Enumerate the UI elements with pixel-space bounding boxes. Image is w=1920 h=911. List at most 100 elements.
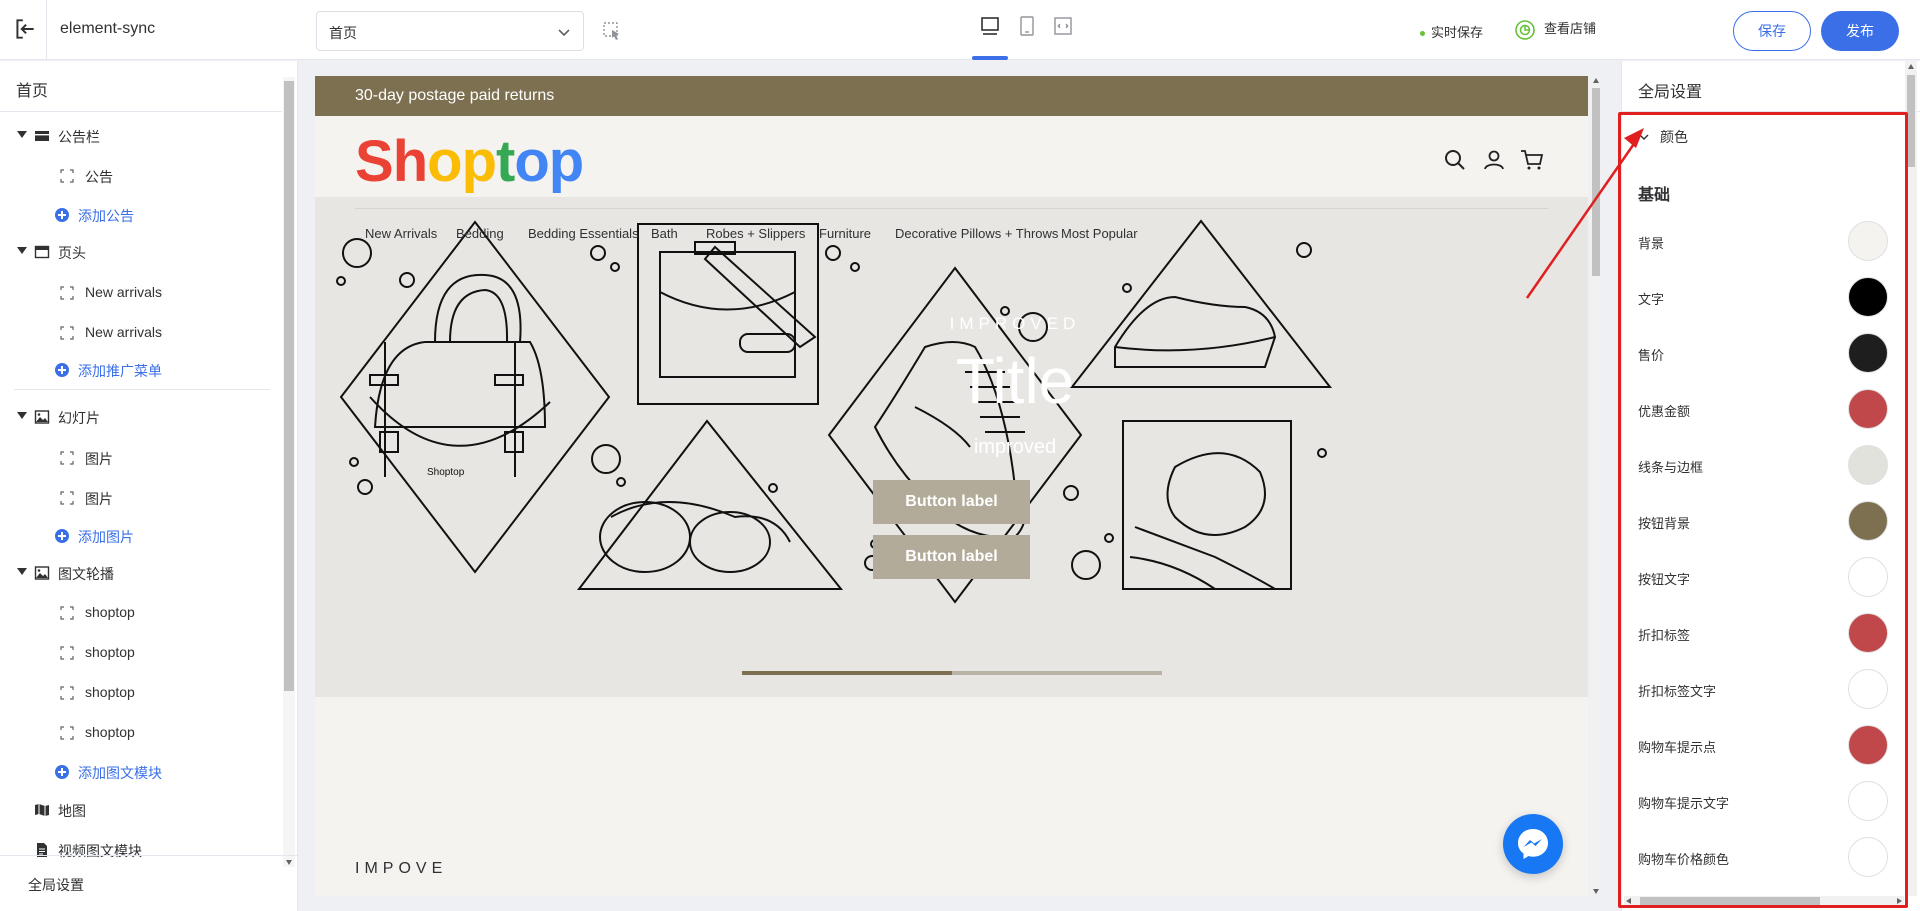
add-announcement-button[interactable]: 添加公告 (0, 199, 282, 231)
tree-item[interactable]: shoptop (0, 717, 282, 749)
scroll-up-arrow[interactable] (1593, 78, 1599, 83)
tree-group-label: 图文轮播 (58, 566, 114, 582)
caret-down-icon[interactable] (17, 568, 27, 575)
add-label: 添加图片 (78, 529, 134, 545)
autosave-status: 实时保存 (1420, 22, 1483, 41)
tree-item[interactable]: New arrivals (0, 277, 282, 309)
tree-item[interactable]: 图片 (0, 482, 282, 514)
tablet-icon[interactable] (1015, 14, 1039, 38)
hero-title: Title (955, 345, 1075, 417)
scroll-up-arrow[interactable] (1908, 64, 1914, 69)
logo-letter: p (461, 129, 497, 194)
drag-frame-icon (60, 726, 74, 740)
search-icon[interactable] (1443, 148, 1467, 172)
tree-item[interactable]: 公告 (0, 160, 282, 192)
section-sidebar: 首页 公告栏 公告 添加公告 页头 New arrivals New arriv… (0, 61, 298, 911)
hero-button-secondary[interactable]: Button label (873, 535, 1030, 579)
chevron-down-icon (558, 29, 570, 37)
tree-group-video-module[interactable]: 视频图文模块 (0, 834, 282, 866)
hero-button-primary[interactable]: Button label (873, 480, 1030, 524)
highlight-box (1618, 112, 1908, 908)
global-settings-link[interactable]: 全局设置 (28, 875, 84, 895)
page-select[interactable]: 首页 (316, 11, 584, 51)
tree-item-label: 图片 (85, 491, 113, 507)
nav-item[interactable]: Robes + Slippers (706, 226, 805, 241)
scrollbar-thumb[interactable] (1592, 88, 1600, 276)
desktop-icon[interactable] (978, 14, 1002, 38)
add-image-button[interactable]: 添加图片 (0, 520, 282, 552)
caret-down-icon[interactable] (17, 131, 27, 138)
publish-button[interactable]: 发布 (1821, 11, 1899, 51)
caret-down-icon[interactable] (17, 247, 27, 254)
header-divider (355, 208, 1548, 209)
logo-letter: t (496, 129, 515, 194)
tree-item[interactable]: shoptop (0, 637, 282, 669)
tree-group-header[interactable]: 页头 (0, 236, 282, 268)
caret-down-icon[interactable] (17, 412, 27, 419)
exit-icon[interactable] (12, 16, 38, 42)
hero-subtitle: improved (973, 436, 1057, 458)
announcement-icon (35, 131, 49, 141)
add-label: 添加公告 (78, 208, 134, 224)
tree-group-map[interactable]: 地图 (0, 794, 282, 826)
nav-item[interactable]: Decorative Pillows + Throws (895, 226, 1058, 241)
plus-icon (55, 363, 69, 377)
tree-item-label: 图片 (85, 451, 113, 467)
tree-item-label: shoptop (85, 644, 135, 660)
slide-progress[interactable] (742, 671, 1162, 675)
drag-frame-icon (60, 451, 74, 465)
tree-group-label: 地图 (58, 803, 86, 819)
scrollbar-thumb[interactable] (284, 81, 294, 691)
nav-item[interactable]: Bedding Essentials (528, 226, 639, 241)
messenger-button[interactable] (1503, 814, 1563, 874)
tree-group-slideshow[interactable]: 幻灯片 (0, 401, 282, 433)
image-icon (34, 410, 50, 424)
section-tree: 公告栏 公告 添加公告 页头 New arrivals New arrivals (0, 111, 282, 906)
scrollbar-thumb[interactable] (1907, 75, 1915, 167)
settings-panel-title: 全局设置 (1638, 84, 1703, 101)
tree-item[interactable]: 图片 (0, 442, 282, 474)
tree-item-label: 公告 (85, 169, 113, 185)
view-store-label: 查看店铺 (1544, 21, 1597, 36)
nav-item[interactable]: Bedding (456, 226, 504, 241)
logo-letter: o (514, 129, 549, 194)
autosave-label: 实时保存 (1431, 25, 1484, 40)
tree-item-label: shoptop (85, 604, 135, 620)
sidebar-page-title: 首页 (16, 83, 49, 100)
nav-item[interactable]: Bath (651, 226, 678, 241)
sidebar-bottom-divider (0, 855, 298, 856)
element-picker-icon[interactable] (602, 21, 622, 41)
drag-frame-icon (60, 491, 74, 505)
store-preview: 30-day postage paid returns Shoptop Shop… (315, 76, 1588, 896)
tree-item-label: New arrivals (85, 324, 163, 340)
user-icon[interactable] (1482, 148, 1506, 172)
preview-scrollbar[interactable] (1590, 76, 1602, 896)
add-promo-menu-button[interactable]: 添加推广菜单 (0, 354, 282, 386)
tree-item[interactable]: shoptop (0, 677, 282, 709)
nav-item[interactable]: New Arrivals (365, 226, 437, 241)
nav-item[interactable]: Most Popular (1061, 226, 1138, 241)
scroll-down-arrow[interactable] (1593, 889, 1599, 894)
tree-item[interactable]: shoptop (0, 597, 282, 629)
topbar-divider (46, 0, 47, 60)
scroll-down-arrow[interactable] (286, 860, 292, 865)
tree-group-label: 视频图文模块 (58, 843, 142, 859)
cart-icon[interactable] (1520, 148, 1544, 172)
nav-item[interactable]: Furniture (819, 226, 871, 241)
announcement-bar[interactable]: 30-day postage paid returns (315, 76, 1588, 116)
add-image-text-module-button[interactable]: 添加图文模块 (0, 756, 282, 788)
tree-group-image-carousel[interactable]: 图文轮播 (0, 557, 282, 589)
tree-group-label: 页头 (58, 245, 86, 261)
view-store-link[interactable]: 查看店铺 (1514, 18, 1596, 41)
tree-item-label: New arrivals (85, 284, 163, 300)
fullscreen-icon[interactable] (1051, 14, 1075, 38)
tree-group-announcement[interactable]: 公告栏 (0, 120, 282, 152)
drag-frame-icon (60, 686, 74, 700)
tree-item-label: shoptop (85, 684, 135, 700)
save-button[interactable]: 保存 (1733, 11, 1811, 51)
sidebar-scrollbar[interactable] (283, 77, 295, 867)
slide-progress-fill (742, 671, 952, 675)
plus-icon (55, 208, 69, 222)
tree-item[interactable]: New arrivals (0, 317, 282, 349)
store-logo[interactable]: Shoptop (355, 128, 584, 195)
